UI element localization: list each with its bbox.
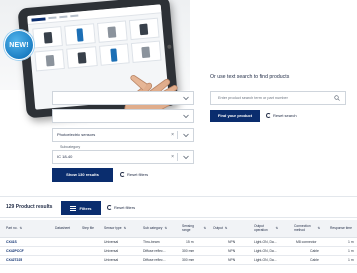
column-header[interactable]: Connection method ⇅	[294, 220, 320, 238]
search-title: Or use text search to find products	[210, 74, 290, 80]
chevron-down-icon	[183, 155, 189, 160]
chevron-down-icon	[183, 114, 189, 119]
column-header[interactable]: Sensor type ⇅	[104, 220, 136, 238]
reset-filters-link[interactable]: Reset filters	[120, 172, 148, 177]
reset-search-link[interactable]: Reset search	[266, 113, 297, 118]
results-count: 129 Product results	[6, 204, 53, 210]
search-input[interactable]: Enter product search term or part number	[210, 91, 346, 105]
filter-select-subcategory[interactable]: IC 18-40 ×	[52, 150, 194, 164]
sort-icon: ⇅	[19, 226, 23, 231]
subcategory-label: Subcategory	[60, 145, 81, 149]
column-header[interactable]: Part no. ⇅	[6, 220, 46, 238]
table-row[interactable]: CX42PCCF Universal Diffuse reflec... 300…	[0, 247, 357, 256]
sort-icon: ⇅	[164, 226, 167, 231]
part-number-link[interactable]: CX42PCCF	[6, 247, 24, 256]
table-row[interactable]: CX42T225 Universal Diffuse reflec... 300…	[0, 256, 357, 265]
column-header[interactable]: Sensing range ⇅	[182, 220, 206, 238]
reset-icon	[107, 205, 112, 210]
clear-icon[interactable]: ×	[171, 129, 174, 141]
filter-select-a[interactable]	[52, 91, 194, 105]
filters-button[interactable]: Filters	[61, 201, 101, 215]
column-header: Step file	[82, 226, 94, 231]
show-results-button[interactable]: Show 130 results	[52, 168, 113, 182]
part-number-link[interactable]: CX42T225	[6, 256, 22, 265]
sort-icon: ⇅	[275, 226, 278, 231]
reset-filters-link[interactable]: Reset filters	[107, 205, 135, 210]
column-header[interactable]: Output ⇅	[213, 220, 237, 238]
column-header[interactable]: Sub category ⇅	[143, 220, 179, 238]
sort-icon: ⇅	[203, 226, 206, 231]
sort-icon: ⇅	[224, 226, 228, 231]
chevron-down-icon	[183, 96, 189, 101]
reset-icon	[266, 113, 271, 118]
results-bar: 129 Product results Filters Reset filter…	[0, 196, 357, 218]
column-header[interactable]: Response time	[330, 220, 357, 238]
search-icon[interactable]	[334, 95, 340, 101]
part-number-link[interactable]: CX41S	[6, 238, 17, 247]
column-header[interactable]: Output operation ⇅	[254, 220, 278, 238]
table-header: Part no. ⇅ Datasheet Step file Sensor typ…	[0, 220, 357, 238]
table-row[interactable]: CX41S Universal Thru-beam 15 m NPN Light…	[0, 238, 357, 247]
chevron-down-icon	[183, 133, 189, 138]
hero-section: NEW!	[0, 0, 357, 168]
find-product-button[interactable]: Find your product	[210, 110, 260, 122]
clear-icon[interactable]: ×	[171, 151, 174, 163]
filter-select-category[interactable]: Photoelectric sensors ×	[52, 128, 194, 142]
sort-icon: ⇅	[317, 226, 320, 231]
reset-icon	[120, 172, 125, 177]
sort-icon: ⇅	[123, 226, 127, 231]
results-table: Part no. ⇅ Datasheet Step file Sensor typ…	[0, 220, 357, 265]
column-header: Datasheet	[55, 226, 71, 231]
filter-select-b[interactable]	[52, 109, 194, 123]
filter-icon	[70, 205, 77, 211]
new-badge: NEW!	[4, 30, 34, 60]
